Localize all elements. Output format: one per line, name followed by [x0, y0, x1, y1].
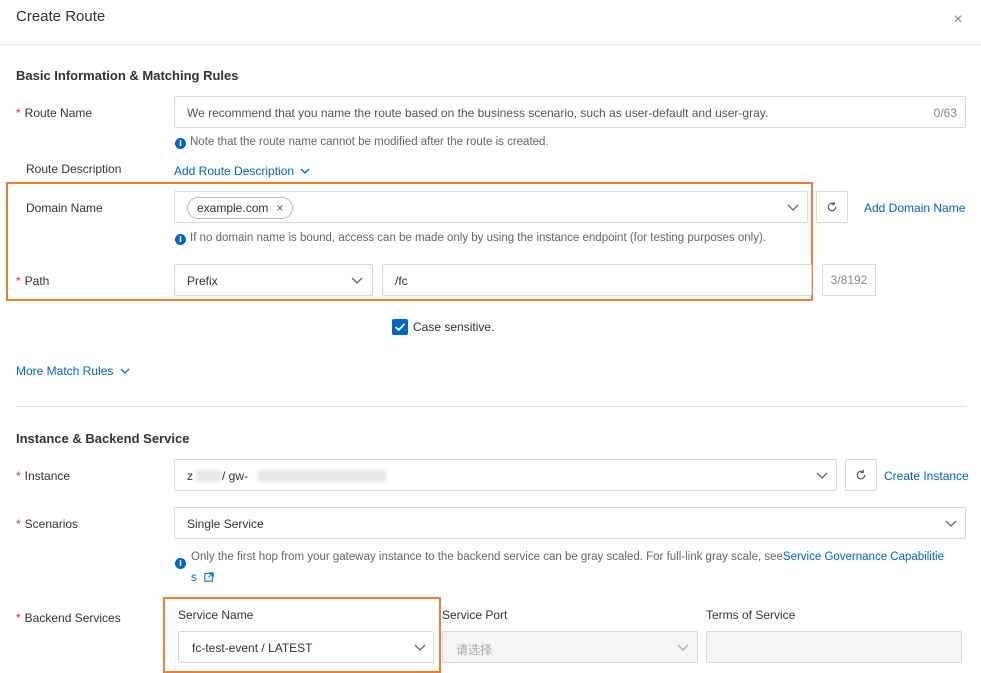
chevron-down-icon — [945, 520, 957, 527]
add-domain-name-link[interactable]: Add Domain Name — [864, 201, 965, 215]
backend-services-label: * Backend Services — [16, 611, 121, 625]
backend-services-label-text: Backend Services — [24, 611, 121, 625]
chevron-down-icon — [300, 168, 310, 174]
chevron-down-icon — [351, 277, 363, 284]
required-mark: * — [16, 469, 21, 483]
service-governance-link[interactable]: Service Governance Capabilitie — [783, 551, 944, 563]
add-route-description-link[interactable]: Add Route Description — [174, 164, 310, 178]
terms-of-service-input[interactable] — [706, 631, 962, 663]
section-title-basic: Basic Information & Matching Rules — [16, 68, 239, 83]
route-name-counter: 0/63 — [933, 106, 957, 120]
path-match-type-value: Prefix — [187, 274, 218, 288]
refresh-icon — [827, 201, 837, 212]
path-match-type-select[interactable]: Prefix — [174, 264, 373, 296]
chevron-down-icon — [120, 368, 130, 374]
section-title-instance-backend: Instance & Backend Service — [16, 431, 190, 446]
service-governance-link-cont[interactable]: s — [191, 572, 197, 584]
instance-value-mid: / gw- — [222, 469, 249, 483]
required-mark: * — [16, 106, 21, 120]
route-description-label: Route Description — [26, 162, 122, 176]
instance-label-text: Instance — [24, 469, 71, 483]
tag-close-icon[interactable]: × — [276, 201, 283, 215]
service-port-select[interactable]: 请选择 — [442, 631, 698, 663]
scenarios-note: i Only the first hop from your gateway i… — [175, 547, 965, 589]
path-label-text: Path — [24, 274, 50, 288]
refresh-icon — [856, 469, 866, 480]
domain-name-note-text: If no domain name is bound, access can b… — [190, 232, 766, 244]
redacted-text — [196, 470, 222, 482]
domain-name-note: i If no domain name is bound, access can … — [175, 232, 766, 245]
case-sensitive-label: Case sensitive. — [413, 320, 495, 334]
header-divider — [0, 44, 981, 45]
scenarios-label: * Scenarios — [16, 517, 78, 531]
refresh-domain-button[interactable] — [816, 191, 848, 223]
chevron-down-icon — [677, 644, 689, 651]
domain-name-label: Domain Name — [26, 201, 103, 215]
route-name-label-text: Route Name — [24, 106, 93, 120]
section-divider — [16, 406, 966, 407]
instance-value-prefix: z — [187, 469, 193, 483]
path-value-text: /fc — [395, 274, 408, 288]
case-sensitive-checkbox[interactable] — [392, 319, 408, 335]
instance-select[interactable]: z / gw- — [174, 459, 837, 491]
chevron-down-icon — [787, 204, 799, 211]
scenarios-select[interactable]: Single Service — [174, 507, 966, 539]
create-instance-link[interactable]: Create Instance — [884, 469, 969, 483]
scenarios-label-text: Scenarios — [24, 517, 79, 531]
check-icon — [394, 323, 406, 332]
scenarios-value: Single Service — [187, 517, 264, 531]
route-name-note-text: Note that the route name cannot be modif… — [190, 136, 549, 148]
required-mark: * — [16, 611, 21, 625]
domain-tag-text: example.com — [197, 201, 269, 215]
info-icon: i — [175, 138, 186, 149]
domain-tag: example.com × — [187, 197, 294, 219]
service-name-value: fc-test-event / LATEST — [192, 641, 313, 655]
column-header-service-port: Service Port — [442, 608, 508, 622]
required-mark: * — [16, 517, 21, 531]
route-name-note: i Note that the route name cannot be modi… — [175, 136, 549, 149]
column-header-terms-of-service: Terms of Service — [706, 608, 796, 622]
external-link-icon[interactable] — [204, 572, 214, 582]
path-label: * Path — [16, 274, 49, 288]
info-icon: i — [175, 558, 186, 569]
column-header-service-name: Service Name — [178, 608, 254, 622]
domain-name-select[interactable]: example.com × — [174, 191, 808, 223]
service-port-placeholder: 请选择 — [456, 643, 493, 657]
redacted-text — [257, 470, 387, 482]
more-match-rules-link[interactable]: More Match Rules — [16, 364, 130, 378]
refresh-instance-button[interactable] — [845, 459, 877, 491]
scenarios-note-text: Only the first hop from your gateway ins… — [191, 551, 783, 563]
path-value-input[interactable]: /fc — [382, 264, 812, 296]
required-mark: * — [16, 274, 21, 288]
chevron-down-icon — [414, 644, 426, 651]
dialog-title: Create Route — [16, 8, 106, 25]
more-match-rules-text: More Match Rules — [16, 364, 114, 378]
route-name-placeholder: We recommend that you name the route bas… — [187, 106, 769, 120]
service-name-select[interactable]: fc-test-event / LATEST — [178, 631, 434, 663]
chevron-down-icon — [816, 472, 828, 479]
instance-label: * Instance — [16, 469, 70, 483]
path-counter: 3/8192 — [822, 264, 876, 296]
close-icon[interactable]: × — [950, 12, 966, 28]
route-name-label: * Route Name — [16, 106, 92, 120]
route-name-input[interactable]: We recommend that you name the route bas… — [174, 96, 966, 128]
add-route-description-text: Add Route Description — [174, 164, 295, 178]
info-icon: i — [175, 234, 186, 245]
